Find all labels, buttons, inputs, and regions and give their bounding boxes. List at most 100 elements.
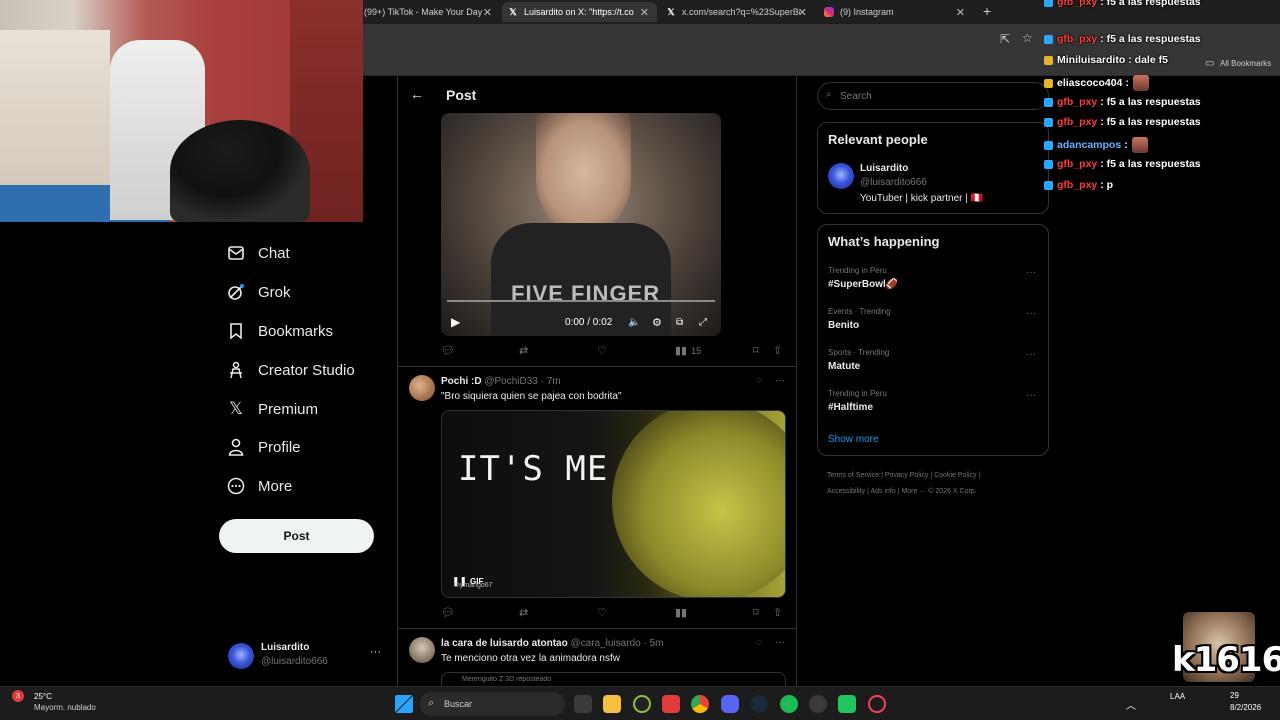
trend-superbowl[interactable]: #SuperBowl🏈 xyxy=(828,279,898,290)
volume-icon[interactable]: 🔈 xyxy=(628,317,640,328)
share-icon[interactable]: ⇧ xyxy=(773,606,782,619)
nav-chat[interactable]: Chat xyxy=(226,243,290,263)
star-icon[interactable]: ☆ xyxy=(1022,31,1033,45)
close-icon[interactable]: ✕ xyxy=(798,6,807,19)
opera-icon[interactable] xyxy=(868,695,886,713)
all-bookmarks-link[interactable]: All Bookmarks xyxy=(1220,59,1271,68)
tweet2-author[interactable]: Pochi :D xyxy=(441,376,482,387)
task-view-icon[interactable] xyxy=(574,695,592,713)
weather-badge: 3 xyxy=(12,690,24,702)
views-icon[interactable]: ▮▮ 15 xyxy=(675,344,701,357)
person-handle[interactable]: @luisardito666 xyxy=(860,177,927,188)
video-progress-bar[interactable] xyxy=(447,300,715,302)
tweet2-actions: 💬︎ ⇄ ♡ ▮▮ ⌑ ⇧ xyxy=(441,606,786,622)
nav-profile[interactable]: Profile xyxy=(226,437,301,457)
app-icon[interactable] xyxy=(809,695,827,713)
install-icon[interactable]: ⇱ xyxy=(1000,32,1010,46)
trend-matute[interactable]: Matute xyxy=(828,361,860,372)
fullscreen-icon[interactable]: ⤢ xyxy=(699,317,707,328)
trend-benito[interactable]: Benito xyxy=(828,320,859,331)
more-icon[interactable]: ··· xyxy=(775,375,785,386)
account-switcher[interactable]: Luisardito @luisardito666 ··· xyxy=(226,640,386,676)
instagram-icon xyxy=(824,7,834,17)
nav-bookmarks[interactable]: Bookmarks xyxy=(226,321,333,341)
gif-media[interactable]: IT'S ME ❚❚ GIF mymango67 xyxy=(441,410,786,598)
search-icon: ⌕ xyxy=(826,89,832,100)
person-name[interactable]: Luisardito xyxy=(860,163,908,174)
nav-premium[interactable]: 𝕏 Premium xyxy=(226,399,318,419)
tweet3-author[interactable]: la cara de luisardo atontao xyxy=(441,638,568,649)
tab-instagram[interactable]: (9) Instagram ✕ xyxy=(818,2,973,22)
nav-creator-studio[interactable]: Creator Studio xyxy=(226,360,355,380)
clock-time[interactable]: 29 xyxy=(1230,691,1239,700)
account-more-icon[interactable]: ··· xyxy=(370,646,381,658)
chrome-icon[interactable] xyxy=(691,695,709,713)
play-icon[interactable]: ▶ xyxy=(451,315,460,329)
tab-tiktok[interactable]: (99+) TikTok - Make Your Day ✕ xyxy=(358,2,500,22)
more-icon[interactable]: ··· xyxy=(775,637,785,648)
grok-explain-icon[interactable]: ◌ xyxy=(756,637,762,648)
quoted-post[interactable]: Merenguito Z 3D reposteado xyxy=(441,672,786,686)
footer-links[interactable]: Terms of Service | Privacy Policy | Cook… xyxy=(827,472,980,479)
bookmark-icon[interactable]: ⌑ xyxy=(753,344,759,357)
tweet2-handle[interactable]: @PochiD33 xyxy=(484,376,538,387)
pip-icon[interactable]: ⧉ xyxy=(676,317,683,328)
chat-message: gfb_pxy : f5 a las respuestas xyxy=(1044,0,1201,8)
footer-links-2[interactable]: Accessibility | Ads info | More ··· © 20… xyxy=(827,488,977,495)
retweet-icon[interactable]: ⇄ xyxy=(519,606,528,619)
share-icon[interactable]: ⇧ xyxy=(773,344,782,357)
discord-icon[interactable] xyxy=(721,695,739,713)
search-input[interactable]: ⌕ Search xyxy=(817,82,1049,110)
grok-explain-icon[interactable]: ◌ xyxy=(756,375,762,386)
tweet2-time: · 7m xyxy=(540,376,561,387)
chat-message: gfb_pxy: f5 a las respuestas xyxy=(1044,158,1201,170)
repost-label: Merenguito Z 3D reposteado xyxy=(462,676,552,683)
close-icon[interactable]: ✕ xyxy=(956,6,965,19)
trend-more-icon[interactable]: ··· xyxy=(1026,390,1036,401)
file-explorer-icon[interactable] xyxy=(603,695,621,713)
app-icon[interactable] xyxy=(838,695,856,713)
weather-temp[interactable]: 25°C xyxy=(34,692,52,701)
back-arrow-icon[interactable]: ← xyxy=(410,86,424,102)
windows-start-icon[interactable] xyxy=(395,695,413,713)
new-tab-button[interactable]: + xyxy=(983,3,991,19)
avatar[interactable] xyxy=(409,375,435,401)
chat-badge-icon xyxy=(1044,0,1053,7)
like-icon[interactable]: ♡ xyxy=(597,606,607,619)
tweet3-handle[interactable]: @cara_luisardo xyxy=(571,638,641,649)
reply-icon[interactable]: 💬︎ xyxy=(441,606,455,619)
trend-more-icon[interactable]: ··· xyxy=(1026,308,1036,319)
language-indicator[interactable]: LAA xyxy=(1170,692,1185,701)
avatar[interactable] xyxy=(828,163,854,189)
taskbar-search[interactable]: ⌕ Buscar xyxy=(420,692,565,716)
relevant-people-title: Relevant people xyxy=(828,132,928,147)
avatar[interactable] xyxy=(409,637,435,663)
tray-chevron-icon[interactable]: ︿ xyxy=(1126,697,1136,712)
divider xyxy=(398,366,796,367)
close-icon[interactable]: ✕ xyxy=(483,6,492,19)
retweet-icon[interactable]: ⇄ xyxy=(519,344,528,357)
tab-luisardito-post[interactable]: 𝕏 Luisardito on X: "https://t.co/d ✕ xyxy=(502,2,657,22)
close-icon[interactable]: ✕ xyxy=(640,6,649,19)
app-icon[interactable] xyxy=(662,695,680,713)
trend-more-icon[interactable]: ··· xyxy=(1026,267,1036,278)
nav-more[interactable]: More xyxy=(226,476,292,496)
reply-icon[interactable]: 💬︎ xyxy=(441,344,455,357)
like-icon[interactable]: ♡ xyxy=(597,344,607,357)
clock-date[interactable]: 8/2/2026 xyxy=(1230,703,1261,712)
bookmark-icon[interactable]: ⌑ xyxy=(753,606,759,619)
weather-desc[interactable]: Mayorm. nublado xyxy=(34,703,96,712)
post-button[interactable]: Post xyxy=(219,519,374,553)
spotify-icon[interactable] xyxy=(780,695,798,713)
trend-halftime[interactable]: #Halftime xyxy=(828,402,873,413)
views-icon[interactable]: ▮▮ xyxy=(675,606,687,619)
show-more-link[interactable]: Show more xyxy=(828,434,879,445)
stream-logo: k1616 xyxy=(1172,640,1280,680)
steam-icon[interactable] xyxy=(750,695,768,713)
trend-more-icon[interactable]: ··· xyxy=(1026,349,1036,360)
video-player[interactable]: FIVE FINGER ▶ 0:00 / 0:02 🔈 ⚙ ⧉ ⤢ xyxy=(441,113,721,336)
nav-grok[interactable]: Grok xyxy=(226,282,291,302)
settings-gear-icon[interactable]: ⚙ xyxy=(652,316,662,329)
app-icon[interactable] xyxy=(633,695,651,713)
tab-search[interactable]: 𝕏 x.com/search?q=%23SuperBow ✕ xyxy=(660,2,815,22)
